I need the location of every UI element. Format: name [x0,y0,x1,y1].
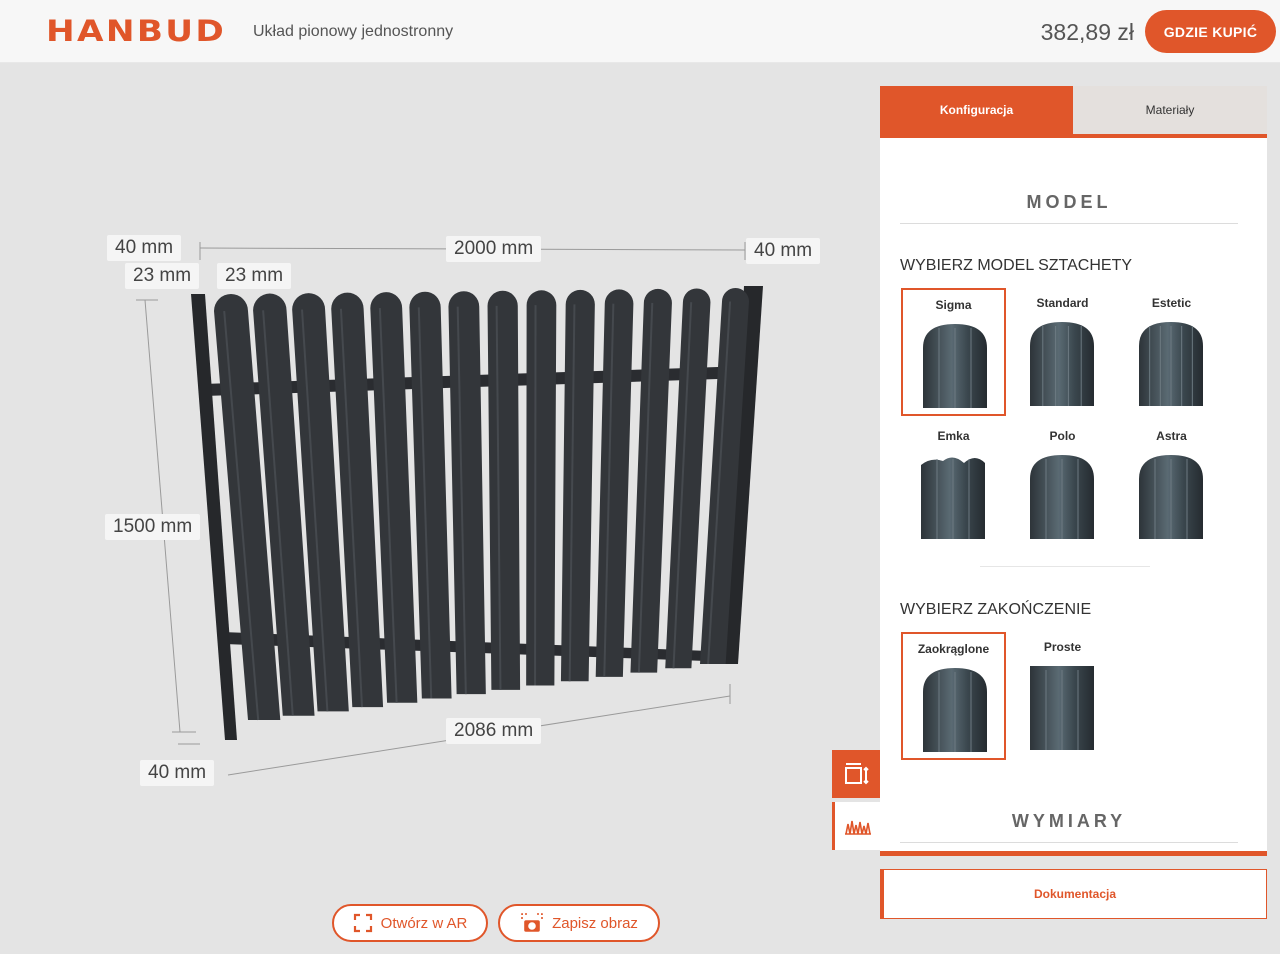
open-ar-label: Otwórz w AR [380,914,468,932]
where-to-buy-button[interactable]: GDZIE KUPIĆ [1145,10,1276,53]
picket-thumbnail [921,457,985,539]
ending-option-label: Zaokrąglone [917,642,990,656]
ar-frame-icon [353,913,372,933]
picket-thumbnail [1139,455,1203,539]
top-bar: HANBUD Układ pionowy jednostronny 382,89… [0,0,1280,63]
documentation-button[interactable]: Dokumentacja [880,869,1267,919]
fence-picket [487,290,521,690]
fence-render[interactable] [0,64,880,954]
dim-left-post-bottom: 40 mm [140,760,215,786]
ending-thumbnail [1030,666,1094,750]
dim-left-post-top: 40 mm [107,235,182,261]
tab-configuration[interactable]: Konfiguracja [880,86,1073,134]
picket-option-label: Sigma [935,298,972,312]
dim-right-post-top: 40 mm [746,238,821,264]
ending-thumbnail [923,668,987,752]
panel-tabs: Konfiguracja Materiały [880,86,1267,138]
dim-gap-outer: 23 mm [125,263,200,289]
ending-option-zaokrąglone[interactable]: Zaokrąglone [901,632,1006,760]
fence-picket [595,289,634,677]
dim-gap-inner: 23 mm [217,263,292,289]
camera-icon [521,913,543,932]
picket-thumbnail [923,324,987,408]
section-divider [980,566,1150,567]
ending-option-proste[interactable]: Proste [1010,632,1115,760]
picket-option-standard[interactable]: Standard [1010,288,1115,416]
fence-3d-viewer[interactable]: 40 mm 23 mm 23 mm 2000 mm 40 mm 1500 mm … [0,64,880,954]
picket-option-label: Astra [1156,429,1187,443]
fence-picket [448,291,486,695]
save-image-button[interactable]: Zapisz obraz [498,904,660,942]
model-section-heading: MODEL [900,192,1238,224]
dim-width-top: 2000 mm [446,236,542,262]
picket-thumbnail [1139,322,1203,406]
picket-option-estetic[interactable]: Estetic [1119,288,1224,416]
tab-materials[interactable]: Materiały [1073,86,1267,134]
fence-picket [526,290,557,686]
picket-option-emka[interactable]: Emka [901,421,1006,549]
picket-option-label: Standard [1036,296,1089,310]
configuration-subtitle: Układ pionowy jednostronny [253,23,454,40]
picket-option-label: Polo [1049,429,1076,443]
dimensions-section-heading: WYMIARY [900,811,1238,843]
picket-thumbnail [1030,455,1094,539]
ending-title: WYBIERZ ZAKOŃCZENIE [900,601,1092,618]
configuration-panel: Konfiguracja Materiały MODEL WYBIERZ MOD… [880,86,1267,856]
fence-picket [409,291,452,699]
price-display: 382,89 zł [1040,19,1134,45]
open-ar-button[interactable]: Otwórz w AR [332,904,488,942]
picket-option-polo[interactable]: Polo [1010,421,1115,549]
grass-icon [844,820,871,835]
picket-option-sigma[interactable]: Sigma [901,288,1006,416]
surroundings-toggle-button[interactable] [832,802,880,850]
dimensions-toggle-button[interactable] [832,750,880,798]
picket-model-title: WYBIERZ MODEL SZTACHETY [900,257,1133,274]
picket-thumbnail [1030,322,1094,406]
dim-width-bottom: 2086 mm [446,718,542,744]
picket-option-label: Estetic [1151,296,1192,310]
picket-option-astra[interactable]: Astra [1119,421,1224,549]
ending-option-label: Proste [1043,640,1082,654]
ruler-box-icon [845,763,869,785]
fence-pickets [214,288,749,721]
dim-height: 1500 mm [105,514,201,540]
save-image-label: Zapisz obraz [552,914,638,932]
brand-logo[interactable]: HANBUD [46,14,226,48]
picket-option-label: Emka [937,429,970,443]
fence-picket [560,289,595,682]
